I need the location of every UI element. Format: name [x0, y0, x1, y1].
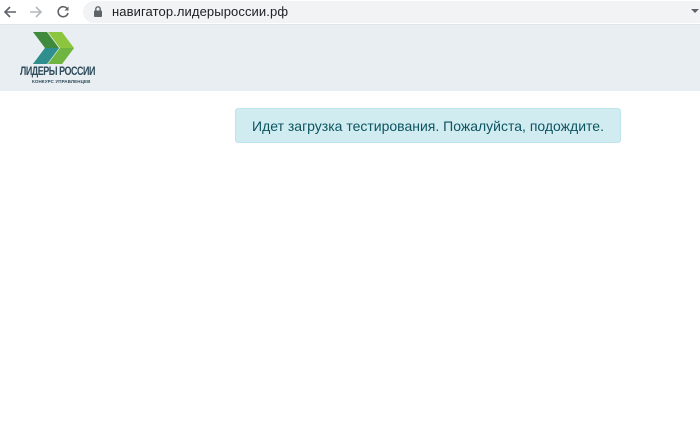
address-bar[interactable]: навигатор.лидерыроссии.рф	[83, 1, 700, 23]
arrow-left-icon	[3, 6, 16, 18]
site-header: ЛИДЕРЫ РОССИИ КОНКУРС УПРАВЛЕНЦЕВ	[0, 25, 700, 91]
reload-icon	[57, 5, 69, 18]
logo-title: ЛИДЕРЫ РОССИИ	[20, 66, 95, 78]
browser-toolbar: навигатор.лидерыроссии.рф	[0, 0, 700, 25]
double-chevron-logo-icon	[33, 32, 74, 64]
forward-button[interactable]	[26, 2, 46, 22]
loading-message: Идет загрузка тестирования. Пожалуйста, …	[252, 117, 604, 134]
url-text[interactable]: навигатор.лидерыроссии.рф	[112, 4, 288, 19]
lock-icon[interactable]	[93, 5, 103, 18]
logo-subtitle: КОНКУРС УПРАВЛЕНЦЕВ	[32, 79, 91, 84]
lidery-rossii-logo[interactable]: ЛИДЕРЫ РОССИИ КОНКУРС УПРАВЛЕНЦЕВ	[18, 30, 95, 88]
loading-alert: Идет загрузка тестирования. Пожалуйста, …	[235, 108, 621, 143]
arrow-right-icon	[30, 6, 43, 18]
back-button[interactable]	[0, 2, 20, 22]
chevron-down-icon[interactable]	[690, 6, 700, 16]
reload-button[interactable]	[53, 2, 73, 22]
